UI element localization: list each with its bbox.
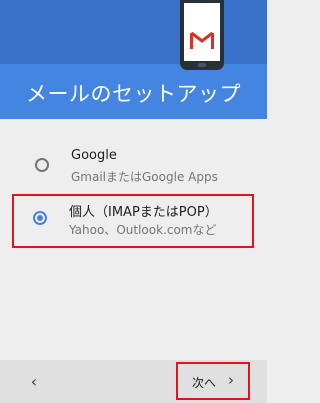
gmail-phone-icon: [180, 0, 224, 70]
option-personal[interactable]: 個人（IMAPまたはPOP） Yahoo、Outlook.comなど: [12, 194, 254, 248]
phone-screen: [184, 3, 220, 61]
option-google-title: Google: [71, 148, 117, 163]
radio-unselected-icon[interactable]: [35, 158, 49, 172]
option-google-subtitle: GmailまたはGoogle Apps: [71, 170, 218, 184]
navigation-bar: ‹ 次へ ›: [0, 360, 267, 403]
radio-selected-icon[interactable]: [33, 211, 47, 225]
option-personal-title: 個人（IMAPまたはPOP）: [69, 205, 218, 220]
next-button-label: 次へ: [192, 376, 217, 390]
back-chevron-icon[interactable]: ‹: [22, 370, 46, 394]
next-button[interactable]: 次へ ›: [176, 362, 250, 400]
setup-header: メールのセットアップ: [0, 0, 267, 119]
radio-dot: [37, 215, 43, 221]
gmail-icon: [190, 31, 214, 49]
option-personal-subtitle: Yahoo、Outlook.comなど: [69, 223, 217, 237]
chevron-right-icon: ›: [228, 371, 234, 389]
header-band-top: [0, 0, 267, 64]
page-title: メールのセットアップ: [26, 82, 241, 106]
option-google[interactable]: Google GmailまたはGoogle Apps: [14, 142, 254, 194]
phone-home-button: [198, 63, 206, 67]
